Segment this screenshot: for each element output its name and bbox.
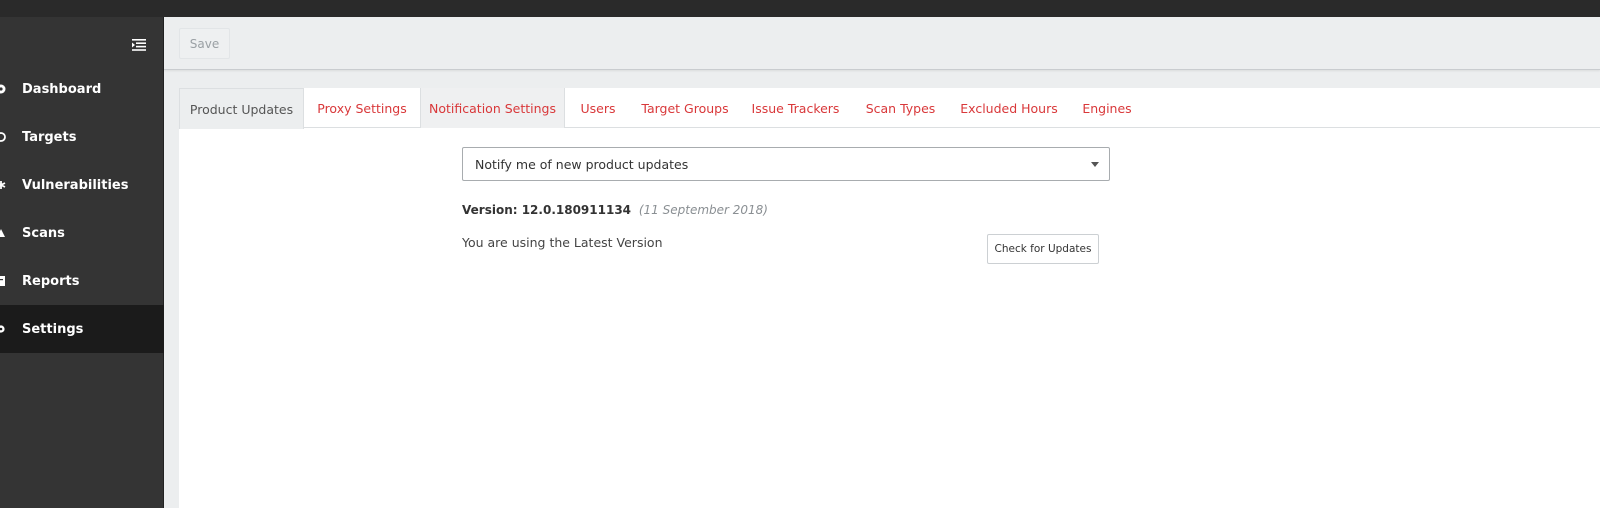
main-area: Save Product Updates Proxy Settings Noti… — [164, 17, 1600, 508]
sidebar-item-vulnerabilities[interactable]: Vulnerabilities — [0, 161, 164, 209]
tab-target-groups[interactable]: Target Groups — [631, 88, 739, 128]
version-date: (11 September 2018) — [638, 203, 768, 217]
version-info: Version: 12.0.180911134 (11 September 20… — [462, 203, 768, 219]
sidebar-item-label: Reports — [22, 273, 80, 289]
update-notification-select[interactable]: Notify me of new product updates — [462, 147, 1110, 181]
tab-issue-trackers[interactable]: Issue Trackers — [739, 88, 852, 128]
sidebar-item-scans[interactable]: Scans — [0, 209, 164, 257]
check-for-updates-button[interactable]: Check for Updates — [987, 234, 1099, 264]
sidebar-item-targets[interactable]: Targets — [0, 113, 164, 161]
tab-notification-settings[interactable]: Notification Settings — [420, 88, 565, 128]
gear-icon — [0, 323, 6, 335]
tab-engines[interactable]: Engines — [1069, 88, 1145, 128]
report-icon — [0, 275, 6, 287]
target-icon — [0, 131, 6, 143]
tab-product-updates[interactable]: Product Updates — [179, 88, 304, 129]
settings-tabs: Product Updates Proxy Settings Notificat… — [179, 88, 1600, 129]
update-status: You are using the Latest Version — [462, 235, 663, 250]
sidebar-item-dashboard[interactable]: Dashboard — [0, 65, 164, 113]
sidebar-item-label: Settings — [22, 321, 84, 337]
product-updates-content: Notify me of new product updates Version… — [179, 128, 1600, 508]
sidebar-item-label: Scans — [22, 225, 65, 241]
select-value: Notify me of new product updates — [475, 156, 689, 172]
save-button[interactable]: Save — [179, 28, 230, 59]
tab-excluded-hours[interactable]: Excluded Hours — [949, 88, 1069, 128]
chevron-down-icon — [1091, 162, 1099, 167]
settings-panel: Product Updates Proxy Settings Notificat… — [179, 88, 1600, 508]
sidebar-item-label: Vulnerabilities — [22, 177, 129, 193]
tab-scan-types[interactable]: Scan Types — [852, 88, 949, 128]
sidebar-item-settings[interactable]: Settings — [0, 305, 164, 353]
toolbar: Save — [164, 17, 1600, 70]
sidebar-item-reports[interactable]: Reports — [0, 257, 164, 305]
menu-collapse-icon[interactable] — [132, 36, 146, 51]
tab-users[interactable]: Users — [565, 88, 631, 128]
top-bar — [0, 0, 1600, 17]
sidebar-item-label: Dashboard — [22, 81, 102, 97]
scan-icon — [0, 227, 6, 239]
version-number: Version: 12.0.180911134 — [462, 203, 632, 217]
sidebar-item-label: Targets — [22, 129, 77, 145]
dashboard-icon — [0, 83, 6, 95]
tab-proxy-settings[interactable]: Proxy Settings — [304, 88, 420, 128]
bug-icon — [0, 179, 6, 191]
sidebar: Dashboard Targets Vulnerabilities Scans … — [0, 17, 164, 508]
